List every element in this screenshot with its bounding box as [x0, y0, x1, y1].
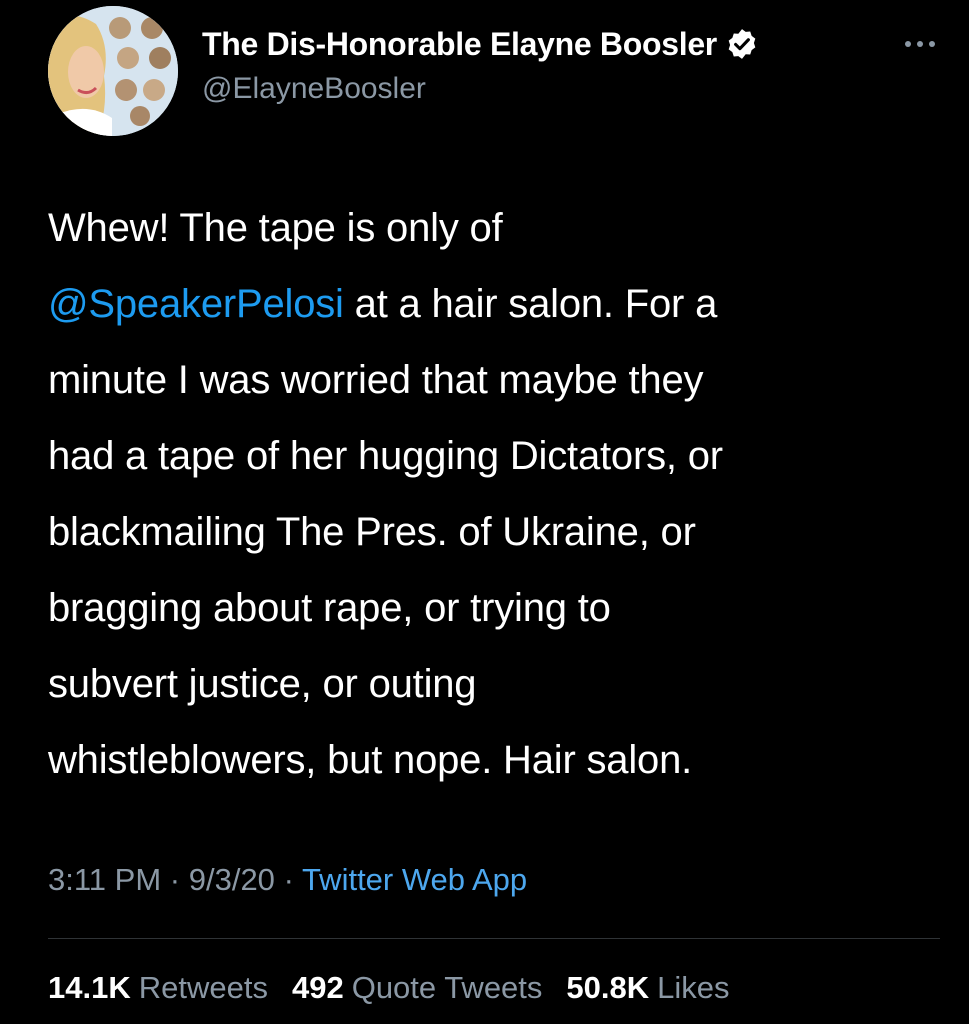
tweet-line-text: at a hair salon. For a	[343, 282, 718, 326]
likes-count: 50.8K	[566, 970, 650, 1005]
meta-separator: ·	[283, 862, 294, 897]
tweet-text: Whew! The tape is only of @SpeakerPelosi…	[48, 190, 948, 798]
more-options-icon[interactable]	[900, 36, 940, 52]
divider	[48, 938, 940, 939]
author-block: The Dis-Honorable Elayne Boosler @Elayne…	[202, 22, 759, 106]
tweet-line: @SpeakerPelosi at a hair salon. For a	[48, 266, 948, 342]
tweet-meta: 3:11 PM · 9/3/20 · Twitter Web App	[48, 862, 527, 898]
handle[interactable]: @ElayneBoosler	[202, 72, 759, 106]
avatar[interactable]	[48, 6, 178, 136]
quote-tweets-stat[interactable]: 492 Quote Tweets	[292, 970, 542, 1006]
retweets-stat[interactable]: 14.1K Retweets	[48, 970, 268, 1006]
display-name-row: The Dis-Honorable Elayne Boosler	[202, 22, 759, 66]
tweet-card: The Dis-Honorable Elayne Boosler @Elayne…	[0, 0, 969, 1024]
tweet-line: blackmailing The Pres. of Ukraine, or	[48, 510, 696, 554]
likes-stat[interactable]: 50.8K Likes	[566, 970, 729, 1006]
mention-link[interactable]: @SpeakerPelosi	[48, 282, 344, 326]
tweet-line: bragging about rape, or trying to	[48, 586, 611, 630]
tweet-line: whistleblowers, but nope. Hair salon.	[48, 738, 693, 782]
display-name[interactable]: The Dis-Honorable Elayne Boosler	[202, 26, 717, 63]
retweets-count: 14.1K	[48, 970, 131, 1005]
avatar-image	[48, 6, 178, 136]
tweet-date[interactable]: 9/3/20	[189, 862, 275, 897]
verified-badge-icon	[725, 27, 759, 61]
quote-tweets-label: Quote Tweets	[351, 970, 543, 1005]
tweet-line: subvert justice, or outing	[48, 662, 477, 706]
likes-label: Likes	[657, 970, 730, 1005]
tweet-line: Whew! The tape is only of	[48, 206, 503, 250]
tweet-stats: 14.1K Retweets 492 Quote Tweets 50.8K Likes	[48, 970, 754, 1006]
meta-separator: ·	[169, 862, 181, 897]
quote-tweets-count: 492	[291, 970, 344, 1005]
tweet-line: minute I was worried that maybe they	[48, 358, 704, 402]
retweets-label: Retweets	[138, 970, 268, 1005]
tweet-time[interactable]: 3:11 PM	[48, 862, 161, 897]
tweet-line: had a tape of her hugging Dictators, or	[48, 434, 723, 478]
tweet-source-link[interactable]: Twitter Web App	[302, 862, 527, 897]
